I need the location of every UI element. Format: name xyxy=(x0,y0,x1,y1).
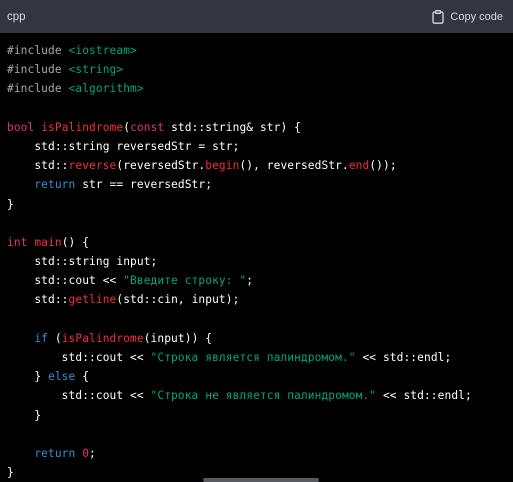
code-token-fn: getline xyxy=(68,293,117,307)
code-token-pp: #include xyxy=(7,44,69,57)
code-token-kw: else xyxy=(48,370,76,384)
code-line: return 0; xyxy=(7,444,472,463)
code-line: std::string input; xyxy=(7,252,472,271)
code-token-fn: end xyxy=(348,159,370,173)
code-token-plain: std:: xyxy=(7,293,69,307)
code-line: #include <algorithm> xyxy=(7,79,472,98)
code-token-plain: std::cout << xyxy=(7,351,151,364)
code-line: return str == reversedStr; xyxy=(7,175,472,194)
code-token-plain: } xyxy=(7,466,14,480)
code-token-plain: { xyxy=(75,370,90,384)
code-line: int main() { xyxy=(7,233,472,252)
code-token-plain: ()); xyxy=(369,159,397,173)
code-line: std::reverse(reversedStr.begin(), revers… xyxy=(7,156,472,175)
code-token-type: int xyxy=(7,235,28,249)
code-line: #include <iostream> xyxy=(7,41,472,60)
code-token-plain: ( xyxy=(48,331,62,345)
code-token-plain: std::cout << xyxy=(7,274,124,288)
code-token-plain: () { xyxy=(61,235,90,249)
clipboard-icon xyxy=(432,9,445,24)
code-token-pp: #include xyxy=(7,82,69,96)
code-line: bool isPalindrome(const std::string& str… xyxy=(7,118,472,137)
code-token-kw: return xyxy=(34,446,76,460)
code-token-plain: std::string reversedStr = str; xyxy=(7,139,240,153)
code-content: #include <iostream> #include <string> #inc… xyxy=(7,41,472,482)
code-token-plain: ; xyxy=(246,274,254,288)
code-token-plain: (reversedStr. xyxy=(116,159,206,173)
code-line: if (isPalindrome(input)) { xyxy=(7,329,472,348)
code-line: } xyxy=(7,406,472,425)
code-token-plain: (input)) { xyxy=(143,331,213,345)
code-token-fn: main xyxy=(34,235,62,249)
code-token-plain: } xyxy=(7,370,49,384)
code-token-plain: std:: xyxy=(7,159,69,173)
code-token-plain: std::string input; xyxy=(7,255,158,269)
code-token-kw: return xyxy=(34,178,76,192)
code-token-str: "Строка является палиндромом." xyxy=(150,351,356,364)
code-token-plain: << std::endl; xyxy=(376,389,472,403)
code-token-str: <algorithm> xyxy=(68,82,144,96)
code-token-plain: } xyxy=(7,408,42,422)
code-token-plain: } xyxy=(7,197,14,211)
code-line: } xyxy=(7,195,472,214)
code-line: std::cout << "Строка не является палиндр… xyxy=(7,386,472,405)
code-line: std::cout << "Строка является палиндромо… xyxy=(7,348,472,367)
code-token-type: bool xyxy=(7,120,35,134)
code-line: #include <string> xyxy=(7,60,472,79)
code-line: std::string reversedStr = str; xyxy=(7,137,472,156)
code-token-fn: isPalindrome xyxy=(41,120,124,134)
code-block-header: cpp Copy code xyxy=(0,0,513,33)
code-token-pp: #include xyxy=(7,63,69,77)
copy-code-label: Copy code xyxy=(450,10,503,23)
code-line: std::cout << "Введите строку: "; xyxy=(7,271,472,290)
code-token-fn: isPalindrome xyxy=(61,331,144,345)
code-block: cpp Copy code #include <iostream> #includ… xyxy=(0,0,513,482)
code-line: std::getline(std::cin, input); xyxy=(7,290,472,309)
language-label: cpp xyxy=(7,10,26,23)
copy-code-button[interactable]: Copy code xyxy=(432,9,503,24)
code-line: } else { xyxy=(7,367,472,386)
code-token-type: const xyxy=(130,120,165,134)
code-token-kw: if xyxy=(34,331,49,345)
code-token-str: "Строка не является палиндромом." xyxy=(150,389,377,403)
code-token-fn: reverse xyxy=(68,159,117,173)
code-token-plain: (std::cin, input); xyxy=(116,293,240,307)
code-token-plain: std::cout << xyxy=(7,389,151,403)
code-token-plain: str == reversedStr; xyxy=(75,178,213,192)
code-token-plain: ; xyxy=(89,446,96,460)
code-token-plain: << std::endl; xyxy=(355,351,452,364)
code-token-str: "Введите строку: " xyxy=(123,274,247,288)
code-token-plain: (), reversedStr. xyxy=(239,159,349,173)
horizontal-scrollbar[interactable] xyxy=(203,478,319,482)
code-token-str: <iostream> xyxy=(68,44,137,57)
code-token-str: <string> xyxy=(68,63,124,77)
code-token-fn: begin xyxy=(205,159,240,173)
code-token-plain: std::string& str) { xyxy=(164,120,301,134)
